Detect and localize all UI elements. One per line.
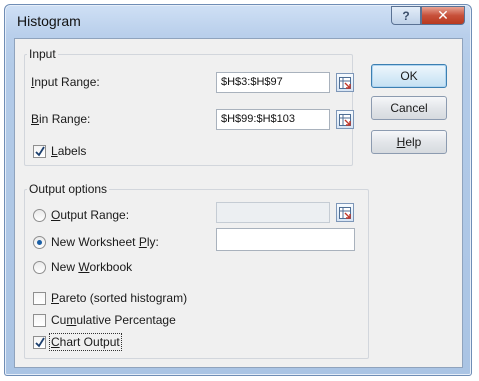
question-mark-icon: ?	[402, 8, 410, 23]
checkmark-icon	[35, 146, 45, 157]
pareto-checkbox[interactable]	[33, 292, 46, 305]
input-range-field[interactable]: $H$3:$H$97	[216, 72, 330, 93]
bin-range-label: Bin Range:	[31, 112, 91, 126]
output-options-legend: Output options	[27, 182, 110, 196]
bin-range-selector-button[interactable]	[336, 110, 354, 129]
range-selector-icon	[339, 113, 351, 126]
output-range-radio[interactable]	[33, 209, 46, 222]
new-workbook-radio[interactable]	[33, 261, 46, 274]
output-range-label: Output Range:	[51, 208, 130, 222]
range-selector-icon	[339, 206, 351, 219]
chart-output-checkbox[interactable]	[33, 336, 46, 349]
cancel-button[interactable]: Cancel	[371, 96, 447, 120]
title-bar: Histogram ? ✕	[5, 5, 471, 37]
dialog-title: Histogram	[17, 13, 81, 29]
input-group-legend: Input	[27, 47, 58, 61]
range-selector-icon	[339, 76, 351, 89]
output-range-selector-button[interactable]	[336, 203, 354, 222]
pareto-label: Pareto (sorted histogram)	[51, 291, 188, 305]
help-button[interactable]: Help	[371, 130, 447, 154]
ok-button[interactable]: OK	[371, 64, 447, 88]
new-workbook-label: New Workbook	[51, 260, 133, 274]
output-range-field[interactable]	[216, 202, 330, 223]
close-icon: ✕	[437, 7, 449, 23]
close-button[interactable]: ✕	[421, 6, 465, 25]
histogram-dialog: Histogram ? ✕ Input Input Range: $H$3:$H…	[4, 4, 472, 376]
new-worksheet-ply-field[interactable]	[216, 228, 355, 251]
checkmark-icon	[35, 337, 45, 348]
new-worksheet-ply-radio[interactable]	[33, 236, 46, 249]
chart-output-label: Chart Output	[49, 333, 122, 351]
new-worksheet-ply-label: New Worksheet Ply:	[51, 235, 159, 249]
labels-checkbox[interactable]	[33, 145, 46, 158]
cumulative-percentage-checkbox[interactable]	[33, 314, 46, 327]
title-help-button[interactable]: ?	[391, 6, 421, 25]
labels-checkbox-label: Labels	[51, 144, 87, 158]
input-range-selector-button[interactable]	[336, 73, 354, 92]
input-range-label: Input Range:	[31, 75, 100, 89]
dialog-body: Input Input Range: $H$3:$H$97 Bin Range:…	[14, 38, 463, 368]
cumulative-percentage-label: Cumulative Percentage	[51, 313, 176, 327]
bin-range-field[interactable]: $H$99:$H$103	[216, 109, 330, 130]
